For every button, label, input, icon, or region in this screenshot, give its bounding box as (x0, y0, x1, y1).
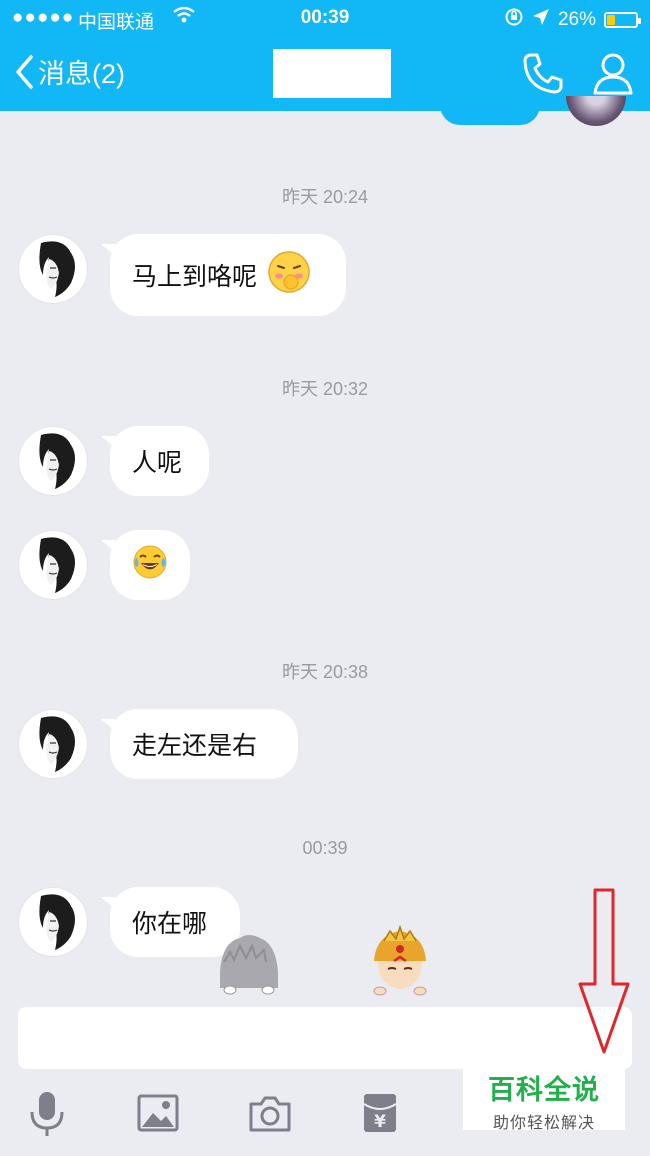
message-text: 人呢 (132, 449, 183, 477)
peeking-character-monkey-king-icon (364, 924, 436, 1002)
image-icon[interactable] (137, 1094, 179, 1137)
message-text: 走左还是右 (132, 732, 258, 760)
rotation-lock-icon (504, 7, 524, 33)
message-input[interactable] (18, 1007, 632, 1069)
annotation-arrow-down-icon (576, 888, 632, 1063)
contact-avatar[interactable] (19, 888, 87, 956)
red-envelope-icon[interactable]: ¥ (362, 1092, 398, 1139)
conversation-title-redacted (273, 49, 391, 98)
battery-percent: 26% (557, 9, 596, 30)
sent-message-bubble-partial[interactable] (440, 100, 540, 125)
contact-avatar[interactable] (19, 710, 87, 778)
message-text: 马上到咯呢 (132, 263, 258, 291)
contact-avatar[interactable] (19, 235, 87, 303)
contact-avatar[interactable] (19, 531, 87, 599)
message-timestamp: 昨天 20:38 (281, 662, 369, 682)
watermark-subtitle: 助你轻松解决 (492, 1115, 595, 1132)
received-message-bubble[interactable]: 走左还是右 (101, 709, 298, 779)
back-button[interactable]: 消息(2) (14, 52, 125, 91)
status-bar: ●●●●● 中国联通 00:39 26% (0, 0, 650, 36)
svg-text:¥: ¥ (374, 1112, 386, 1132)
peeking-character-gray-icon (216, 932, 282, 1001)
message-text: 你在哪 (132, 910, 208, 938)
contact-avatar[interactable] (19, 427, 87, 495)
chevron-left-icon (16, 54, 33, 89)
top-bar: ●●●●● 中国联通 00:39 26% 消息(2) (0, 0, 650, 111)
received-message-bubble[interactable]: 人呢 (101, 426, 209, 496)
received-message-bubble[interactable] (101, 530, 190, 600)
camera-icon[interactable] (249, 1094, 291, 1137)
nav-bar: 消息(2) (0, 36, 650, 111)
watermark-title: 百科全说 (488, 1075, 600, 1105)
tears-of-joy-emoji-icon (132, 544, 168, 587)
message-timestamp: 昨天 20:32 (281, 379, 369, 399)
back-label: 消息(2) (38, 59, 125, 89)
battery-icon (604, 12, 641, 28)
microphone-icon[interactable] (28, 1090, 66, 1143)
received-message-bubble[interactable]: 马上到咯呢 (101, 234, 346, 316)
message-timestamp: 昨天 20:24 (281, 187, 369, 207)
watermark-badge: 百科全说 助你轻松解决 (463, 1062, 625, 1132)
message-timestamp: 00:39 (302, 838, 348, 858)
phone-icon[interactable] (520, 50, 566, 101)
shy-face-emoji-icon (267, 250, 311, 301)
location-arrow-icon (532, 8, 550, 32)
own-avatar-partial[interactable] (566, 96, 626, 126)
profile-icon[interactable] (592, 50, 634, 101)
